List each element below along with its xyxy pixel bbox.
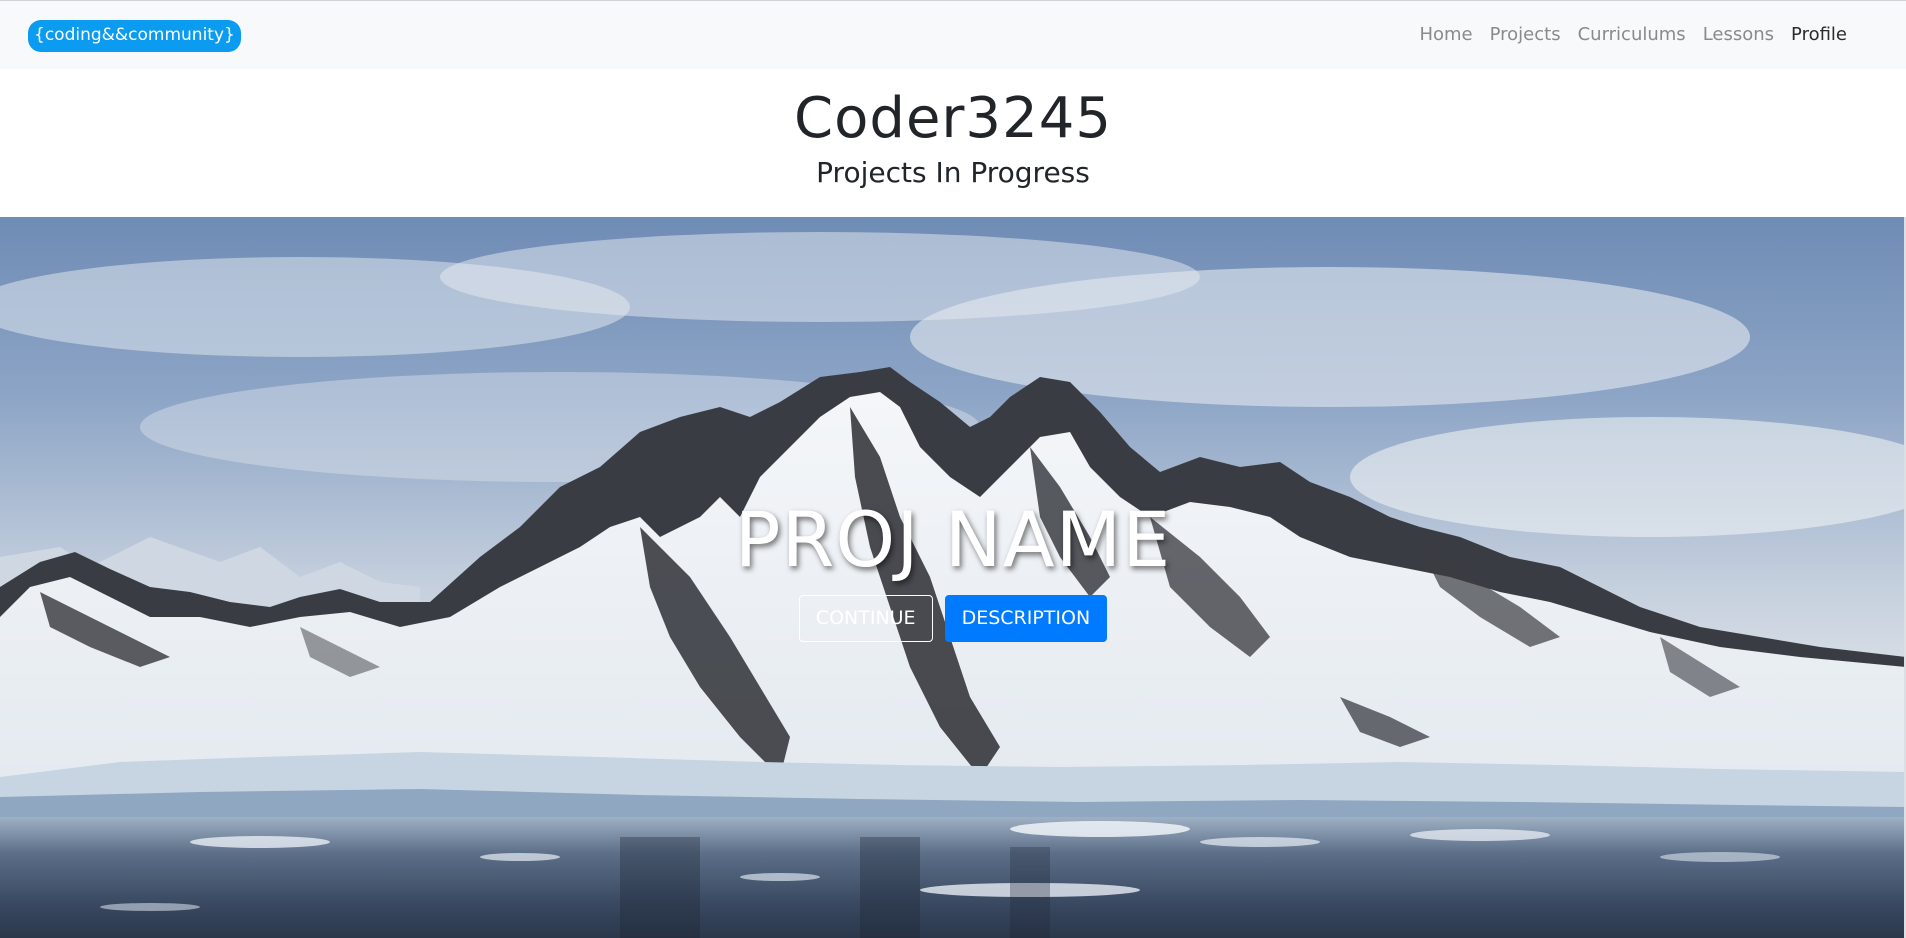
nav-link-profile[interactable]: Profile: [1791, 22, 1847, 48]
nav-links: Home Projects Curriculums Lessons Profil…: [1402, 22, 1847, 48]
continue-button[interactable]: CONTINUE: [798, 595, 933, 642]
description-button[interactable]: DESCRIPTION: [944, 595, 1108, 642]
nav-link-lessons[interactable]: Lessons: [1703, 22, 1774, 48]
hero-button-group: CONTINUE DESCRIPTION: [0, 595, 1906, 642]
nav-link-projects[interactable]: Projects: [1490, 22, 1561, 48]
brand-logo-link[interactable]: {coding&&community}: [28, 20, 241, 52]
username-heading: Coder3245: [794, 86, 1112, 151]
nav-link-home[interactable]: Home: [1419, 22, 1472, 48]
section-title: Projects In Progress: [816, 156, 1090, 189]
page: {coding&&community} Home Projects Curric…: [0, 0, 1906, 938]
project-hero: PROJ NAME CONTINUE DESCRIPTION: [0, 217, 1906, 938]
navbar: {coding&&community} Home Projects Curric…: [0, 0, 1906, 69]
profile-header: Coder3245 Projects In Progress: [0, 69, 1906, 217]
project-name-heading: PROJ NAME: [734, 495, 1172, 584]
nav-link-curriculums[interactable]: Curriculums: [1578, 22, 1686, 48]
